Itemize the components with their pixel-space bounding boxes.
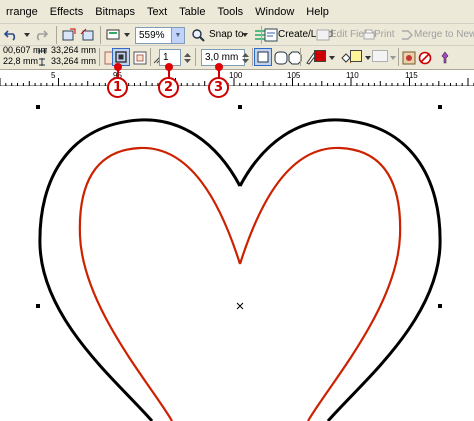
undo-dropdown-icon[interactable]	[22, 26, 32, 44]
selection-handle[interactable]	[36, 105, 40, 109]
menu-effects[interactable]: Effects	[44, 0, 89, 24]
import-icon[interactable]	[60, 26, 78, 44]
callout-1: 1	[107, 77, 128, 98]
menu-bar: rrange Effects Bitmaps Text Table Tools …	[0, 0, 474, 24]
toolbar-separator	[99, 48, 100, 66]
contour-offset-field[interactable]: 3,0 mm	[201, 49, 245, 66]
menu-text[interactable]: Text	[141, 0, 173, 24]
fill-color-swatch[interactable]	[350, 50, 362, 62]
redo-icon[interactable]	[32, 26, 50, 44]
outside-contour-icon[interactable]	[131, 49, 149, 67]
height-icon	[37, 57, 47, 67]
ruler-label: 100	[229, 71, 243, 80]
menu-table[interactable]: Table	[173, 0, 211, 24]
launcher-dropdown-icon[interactable]	[122, 26, 132, 44]
application-launcher-icon[interactable]	[104, 26, 122, 44]
menu-arrange[interactable]: rrange	[0, 0, 44, 24]
selection-handle[interactable]	[36, 304, 40, 308]
snap-to-label[interactable]: Snap to	[209, 28, 243, 42]
ruler-label: 110	[346, 71, 359, 80]
width-icon	[37, 46, 47, 56]
callout-number: 2	[163, 80, 174, 95]
fill-end-color-swatch[interactable]	[372, 50, 388, 62]
menu-tools[interactable]: Tools	[211, 0, 249, 24]
menu-bitmaps[interactable]: Bitmaps	[89, 0, 141, 24]
export-icon[interactable]	[78, 26, 96, 44]
zoom-level-value: 559%	[139, 30, 165, 41]
outline-color-dropdown-icon[interactable]	[327, 49, 337, 67]
contour-steps-value: 1	[163, 52, 169, 63]
snap-dropdown-icon[interactable]	[240, 26, 250, 44]
print-button[interactable]: Print	[374, 28, 395, 42]
inner-heart-shape[interactable]	[78, 146, 402, 421]
fill-end-dropdown-icon[interactable]	[388, 49, 398, 67]
callout-3: 3	[208, 77, 229, 98]
center-marker	[236, 302, 244, 310]
height-field[interactable]: 33,264 mm	[48, 56, 96, 67]
height-value: 33,264 mm	[51, 56, 96, 66]
zoom-level-combo[interactable]: 559% ▼	[135, 27, 185, 44]
toolbar-separator	[300, 48, 301, 66]
toolbar-separator	[398, 48, 399, 66]
width-field[interactable]: 33,264 mm	[48, 45, 96, 56]
selection-handle[interactable]	[238, 105, 242, 109]
contour-offset-value: 3,0 mm	[205, 52, 239, 63]
merge-to-new-document-button[interactable]: Merge to New Document	[414, 28, 474, 42]
chevron-down-icon[interactable]: ▼	[171, 28, 184, 43]
clear-contour-icon[interactable]	[416, 49, 434, 67]
ruler-label: 5	[51, 71, 56, 80]
menu-window[interactable]: Window	[249, 0, 300, 24]
width-value: 33,264 mm	[51, 45, 96, 55]
ruler-label: 105	[287, 71, 301, 80]
canvas-drawing	[36, 105, 442, 421]
selection-handle[interactable]	[438, 105, 442, 109]
corner-mitered-icon[interactable]	[254, 48, 272, 66]
callout-2: 2	[158, 77, 179, 98]
steps-spinner-icon[interactable]	[182, 49, 192, 67]
undo-icon[interactable]	[2, 26, 20, 44]
toolbar-separator	[56, 26, 57, 44]
menu-help[interactable]: Help	[300, 0, 335, 24]
zoom-tool-icon[interactable]	[189, 26, 207, 44]
toolbar-separator	[252, 48, 253, 66]
drawing-canvas[interactable]	[0, 86, 474, 421]
standard-toolbar: 559% ▼ Snap to Create/Load Edit Fields P…	[0, 24, 474, 46]
selection-handle[interactable]	[438, 304, 442, 308]
callout-number: 3	[213, 80, 224, 95]
horizontal-ruler[interactable]: 5 95 100 105 110 115	[0, 70, 474, 86]
toolbar-separator	[100, 26, 101, 44]
property-bar: 00,607 mm 22,8 mm 33,264 mm 33,264 mm 1 …	[0, 45, 474, 70]
y-position-value: 22,8 mm	[3, 56, 39, 66]
outline-color-swatch[interactable]	[314, 50, 326, 62]
offset-spinner-icon[interactable]	[240, 49, 250, 67]
pin-icon[interactable]	[436, 49, 454, 67]
ruler-label: 115	[405, 71, 418, 80]
callout-number: 1	[112, 80, 123, 95]
